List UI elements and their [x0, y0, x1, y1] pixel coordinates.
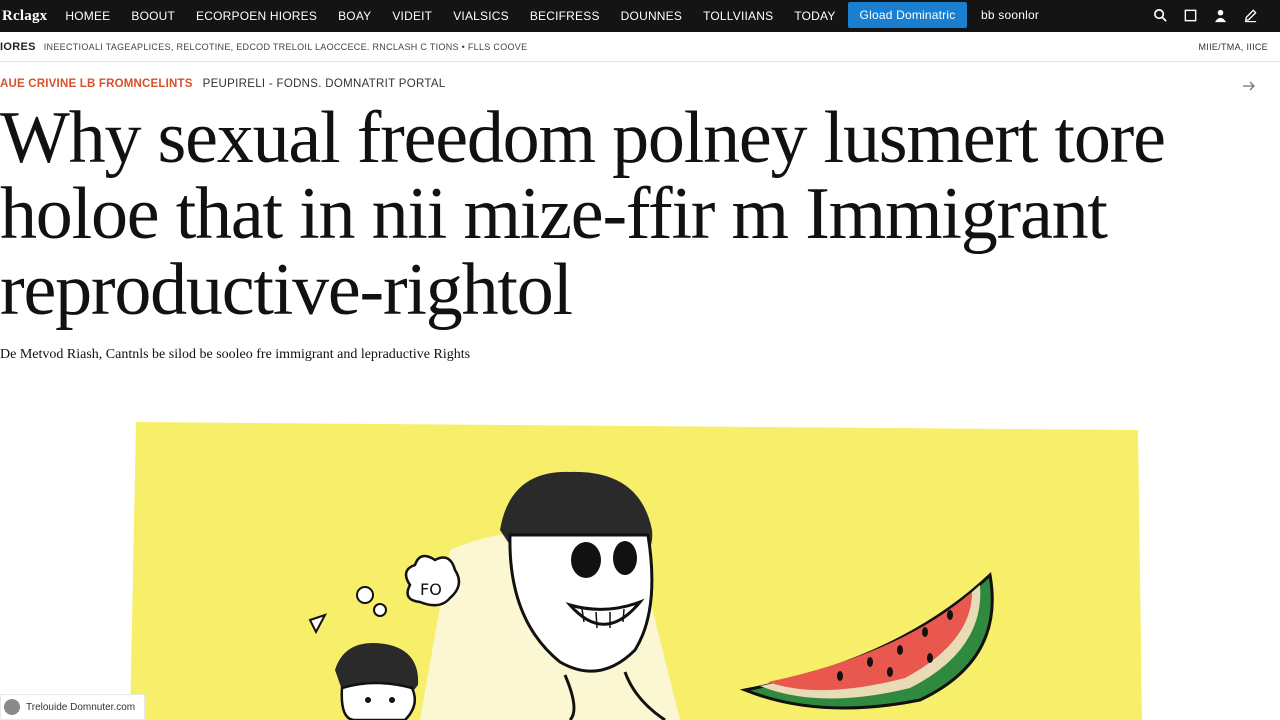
nav-item[interactable]: BOAY [338, 9, 371, 23]
section-label[interactable]: IORES [0, 41, 36, 53]
small-boy-figure [335, 643, 419, 720]
nav-menu: HOMEE BOOUT ECORPOEN HIORES BOAY VIDEIT … [65, 9, 835, 23]
square-icon[interactable] [1182, 7, 1198, 23]
source-avatar [4, 699, 20, 715]
nav-item[interactable]: TOLLVIIANS [703, 9, 773, 23]
top-navigation-bar: Rclagx HOMEE BOOUT ECORPOEN HIORES BOAY … [0, 0, 1280, 32]
nav-item[interactable]: TODAY [794, 9, 835, 23]
article-dek: De Metvod Riash, Cantnls be silod be soo… [0, 347, 471, 362]
headline-line: Why sexual freedom polney lusmert tore [0, 97, 1166, 179]
kicker-meta: PEUPIRELI - FODNS. DOMNATRIT PORTAL [202, 78, 446, 90]
source-label: Trelouide Domnuter.com [26, 701, 136, 713]
search-icon[interactable] [1152, 7, 1168, 23]
arrow-right-icon[interactable] [1242, 80, 1256, 92]
signin-link[interactable]: bb soonlor [981, 8, 1039, 22]
svg-text:FO: FO [420, 580, 442, 599]
cta-button[interactable]: Gload Dominatric [848, 2, 967, 28]
user-icon[interactable] [1212, 7, 1228, 23]
nav-item[interactable]: VIALSICS [453, 9, 509, 23]
edit-icon[interactable] [1242, 7, 1258, 23]
secondary-navigation: IORES INEECTIOALI TAGEAPLICES, RELCOTINE… [0, 33, 1280, 62]
nav-item[interactable]: BECIFRESS [530, 9, 600, 23]
nav-item[interactable]: BOOUT [131, 9, 175, 23]
subnav-links[interactable]: INEECTIOALI TAGEAPLICES, RELCOTINE, EDCO… [44, 42, 528, 52]
nav-item[interactable]: ECORPOEN HIORES [196, 9, 317, 23]
article-illustration: FO [130, 422, 1142, 720]
kicker-category[interactable]: AUE CRIVINE LB FROMNCELINTS [0, 78, 193, 90]
site-logo[interactable]: Rclagx [0, 8, 47, 25]
nav-item[interactable]: HOMEE [65, 9, 110, 23]
headline-line: holoe that in nii mize-ffir m Immigrant [0, 173, 1108, 255]
nav-item[interactable]: VIDEIT [392, 9, 432, 23]
source-attribution[interactable]: Trelouide Domnuter.com [0, 694, 145, 720]
article-headline: Why sexual freedom polney lusmert tore h… [0, 100, 1275, 328]
nav-item[interactable]: DOUNNES [621, 9, 682, 23]
nav-icon-group [1152, 7, 1258, 23]
subnav-right-link[interactable]: MIIE/TMA, IIICE [1198, 42, 1268, 52]
headline-line: reproductive-rightol [0, 249, 573, 331]
article-kicker: AUE CRIVINE LB FROMNCELINTS PEUPIRELI - … [0, 78, 445, 90]
